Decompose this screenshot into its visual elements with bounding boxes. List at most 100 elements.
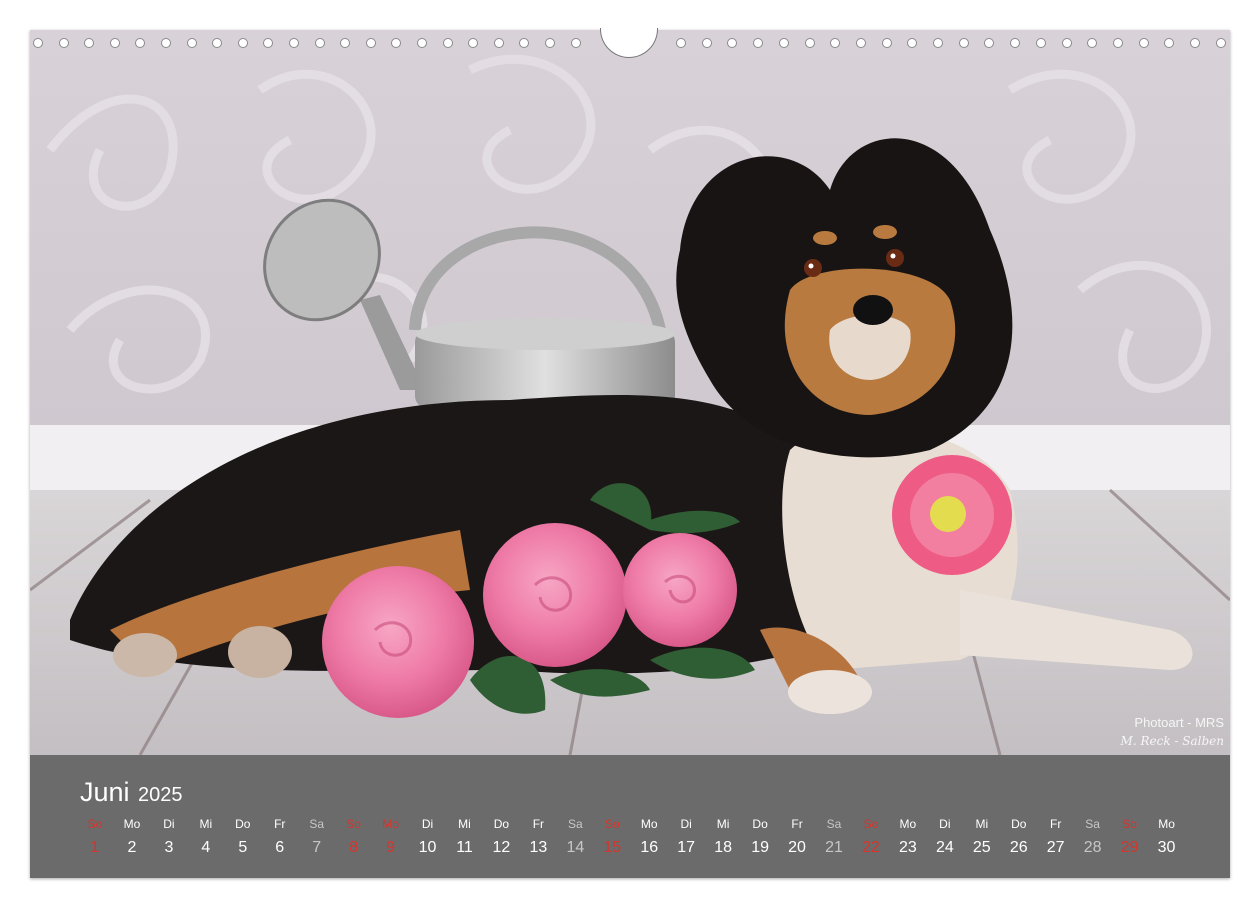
binding-hole — [340, 38, 351, 48]
weekday-label: Di — [939, 817, 951, 831]
watermark-line-2: M. Reck - Salben — [1120, 734, 1224, 748]
weekday-label: Do — [752, 817, 768, 831]
binding-hole — [778, 38, 789, 48]
weekday-label: Sa — [826, 817, 842, 831]
binding-hole — [727, 38, 738, 48]
binding-hole — [830, 38, 841, 48]
month-title: Juni 2025 — [80, 777, 182, 808]
weekday-label: Do — [235, 817, 251, 831]
weekday-label: So — [346, 817, 361, 831]
date-number: 21 — [825, 839, 843, 856]
binding-hole — [958, 38, 969, 48]
date-number: 19 — [751, 839, 769, 856]
binding-hole — [1061, 38, 1072, 48]
weekday-label: Sa — [568, 817, 583, 831]
binding-hole — [365, 38, 376, 48]
month-name: Juni — [80, 777, 130, 807]
date-number: 27 — [1046, 839, 1065, 856]
watermark-line-1: Photoart - MRS — [1134, 715, 1224, 730]
date-number: 7 — [312, 839, 322, 856]
binding-hole — [493, 38, 504, 48]
date-number: 30 — [1157, 839, 1176, 856]
binding-hole — [1215, 38, 1226, 48]
date-number: 16 — [640, 839, 659, 856]
binding-hole — [984, 38, 995, 48]
binding-hole — [442, 38, 453, 48]
date-number: 17 — [677, 839, 696, 856]
binding-hole — [1087, 38, 1098, 48]
binding-hole — [84, 38, 95, 48]
year: 2025 — [137, 784, 183, 806]
date-number: 8 — [349, 839, 359, 856]
weekday-label: Fr — [532, 817, 545, 831]
date-number: 12 — [492, 839, 511, 856]
date-number: 28 — [1083, 839, 1102, 856]
weekday-label: Sa — [309, 817, 325, 831]
binding-hole — [186, 38, 197, 48]
binding-hole — [417, 38, 427, 48]
weekday-label: Fr — [1050, 817, 1062, 831]
binding-hole — [519, 38, 530, 48]
weekday-label: Di — [421, 817, 434, 831]
date-number: 15 — [603, 839, 622, 856]
date-number: 6 — [275, 839, 285, 856]
date-number: 26 — [1009, 839, 1028, 856]
binding-hole — [804, 38, 815, 48]
binding-hole — [676, 38, 686, 48]
weekday-label: Mo — [640, 817, 658, 831]
weekday-label: Di — [680, 817, 692, 831]
date-number: 24 — [935, 839, 954, 856]
binding-hole — [58, 38, 69, 48]
binding-hole — [855, 38, 866, 48]
weekday-label: Fr — [791, 817, 803, 831]
weekday-label: Mi — [199, 817, 213, 831]
weekday-label: Mo — [123, 817, 141, 831]
weekday-label: So — [863, 817, 879, 831]
weekday-label: Do — [1011, 817, 1027, 831]
binding-hole — [33, 38, 43, 48]
date-number: 10 — [418, 839, 437, 856]
binding-hole — [933, 38, 943, 48]
binding-hole — [1010, 38, 1021, 48]
dog-photo — [30, 30, 1230, 755]
date-number: 29 — [1120, 839, 1139, 856]
binding-hole — [701, 38, 712, 48]
binding-hole — [314, 38, 325, 48]
binding-hole — [1138, 38, 1149, 48]
photographer-watermark: Photoart - MRS M. Reck - Salben — [1121, 714, 1224, 750]
date-number: 22 — [862, 839, 880, 856]
binding-hole — [391, 38, 402, 48]
weekday-header-row: So Mo Di Mi Do Fr Sa So Mo Di Mi Do Fr Sa So Mo Di Mi Do Fr… — [77, 817, 1217, 833]
weekday-label: So — [87, 817, 103, 831]
binding-hole — [753, 38, 764, 48]
date-number: 4 — [201, 839, 211, 856]
binding-hole — [263, 38, 274, 48]
binding-hole — [109, 38, 120, 48]
date-number: 1 — [90, 839, 100, 856]
weekday-label: Mi — [458, 817, 471, 831]
weekday-label: Mo — [382, 817, 399, 831]
weekday-label: Do — [493, 817, 510, 831]
date-number: 11 — [456, 839, 473, 856]
date-number: 3 — [164, 839, 174, 856]
weekday-label: Mi — [716, 817, 730, 831]
date-number: 14 — [566, 839, 585, 856]
weekday-label: Mo — [1158, 817, 1175, 831]
binding-hole — [212, 38, 223, 48]
date-number-row: 1 2 3 4 5 6 7 8 9 10 11 12 13 14 15 16 17 18 19 20 21 22 23 24 2… — [77, 839, 1217, 861]
weekday-label: Sa — [1085, 817, 1100, 831]
binding-hole — [161, 38, 171, 48]
binding-hole — [881, 38, 892, 48]
weekday-label: So — [604, 817, 620, 831]
weekday-label: So — [1122, 817, 1137, 831]
date-number: 5 — [238, 839, 248, 856]
weekday-label: Mi — [975, 817, 989, 831]
date-number: 18 — [714, 839, 733, 856]
binding-hole — [237, 38, 248, 48]
binding-hole — [907, 38, 918, 48]
binding-hole — [135, 38, 146, 48]
weekday-label: Fr — [274, 817, 286, 831]
date-number: 9 — [386, 839, 396, 856]
date-bar: Juni 2025 So Mo Di Mi Do Fr Sa So Mo Di Mi Do Fr Sa So… — [30, 755, 1230, 878]
date-number: 13 — [529, 839, 548, 856]
